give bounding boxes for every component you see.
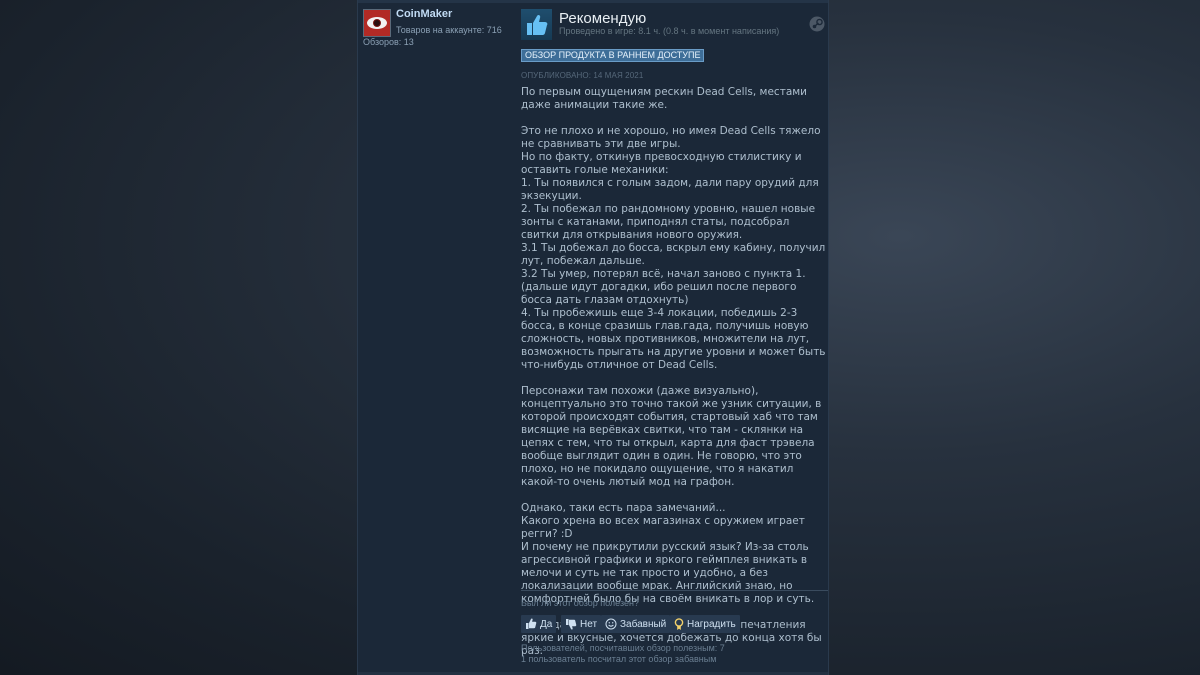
review-paragraph: Но по факту, откинув превосходную стилис… (521, 151, 802, 176)
author-reviews-count[interactable]: Обзоров: 13 (363, 37, 414, 47)
panel-top-strip (358, 0, 828, 3)
review-paragraph: Однако, таки есть пара замечаний... (521, 502, 726, 514)
thumbs-down-icon (566, 619, 577, 630)
review-body: По первым ощущениям рескин Dead Cells, м… (521, 86, 826, 658)
divider (521, 590, 828, 591)
vote-stats: Пользователей, посчитавших обзор полезны… (521, 643, 725, 665)
early-access-badge: ОБЗОР ПРОДУКТА В РАННЕМ ДОСТУПЕ (521, 49, 705, 62)
award-label: Наградить (687, 618, 736, 630)
author-avatar[interactable] (363, 9, 391, 37)
helpful-count: Пользователей, посчитавших обзор полезны… (521, 643, 725, 653)
vote-no-label: Нет (580, 618, 598, 630)
review-paragraph: Какого хрена во всех магазинах с оружием… (521, 515, 805, 540)
review-paragraph: Персонажи там похожи (даже визуально), к… (521, 385, 822, 488)
review-paragraph: (дальше идут догадки, ибо решил после пе… (521, 281, 797, 306)
review-paragraph: По первым ощущениям рескин Dead Cells, м… (521, 86, 807, 111)
published-date: ОПУБЛИКОВАНО: 14 МАЯ 2021 (521, 71, 644, 80)
award-icon (674, 617, 684, 630)
vote-no-button[interactable]: Нет (561, 615, 602, 633)
review-verdict[interactable]: Рекомендую (559, 10, 646, 27)
review-paragraph: 2. Ты побежал по рандомному уровню, наше… (521, 203, 816, 241)
thumbs-up-icon (526, 618, 537, 629)
review-paragraph: И почему не прикрутили русский язык? Из-… (521, 541, 815, 605)
vote-yes-button[interactable]: Да (521, 615, 557, 633)
vote-funny-button[interactable]: Забавный (601, 615, 671, 633)
award-button[interactable]: Наградить (670, 615, 740, 633)
playtime-text: Проведено в игре: 8.1 ч. (0.8 ч. в момен… (559, 26, 780, 36)
review-paragraph: 1. Ты появился с голым задом, дали пару … (521, 177, 819, 202)
author-name[interactable]: CoinMaker (396, 8, 452, 20)
steam-icon (809, 16, 825, 32)
thumbs-up-icon[interactable] (521, 9, 552, 40)
vote-funny-label: Забавный (620, 618, 667, 630)
review-paragraph: 3.1 Ты добежал до босса, вскрыл ему каби… (521, 242, 826, 267)
vote-yes-label: Да (540, 618, 553, 630)
funny-count: 1 пользователь посчитал этот обзор забав… (521, 654, 717, 664)
review-paragraph: 4. Ты пробежишь еще 3-4 локации, победиш… (521, 307, 826, 371)
avatar-eye-pupil (373, 19, 381, 27)
author-products-count[interactable]: Товаров на аккаунте: 716 (396, 25, 502, 35)
helpful-question: Был ли этот обзор полезен? (521, 598, 639, 608)
smiley-icon (605, 618, 617, 630)
review-panel: CoinMaker Товаров на аккаунте: 716 Обзор… (357, 0, 829, 675)
review-paragraph: Это не плохо и не хорошо, но имея Dead C… (521, 125, 821, 150)
review-paragraph: 3.2 Ты умер, потерял всё, начал заново с… (521, 268, 806, 280)
